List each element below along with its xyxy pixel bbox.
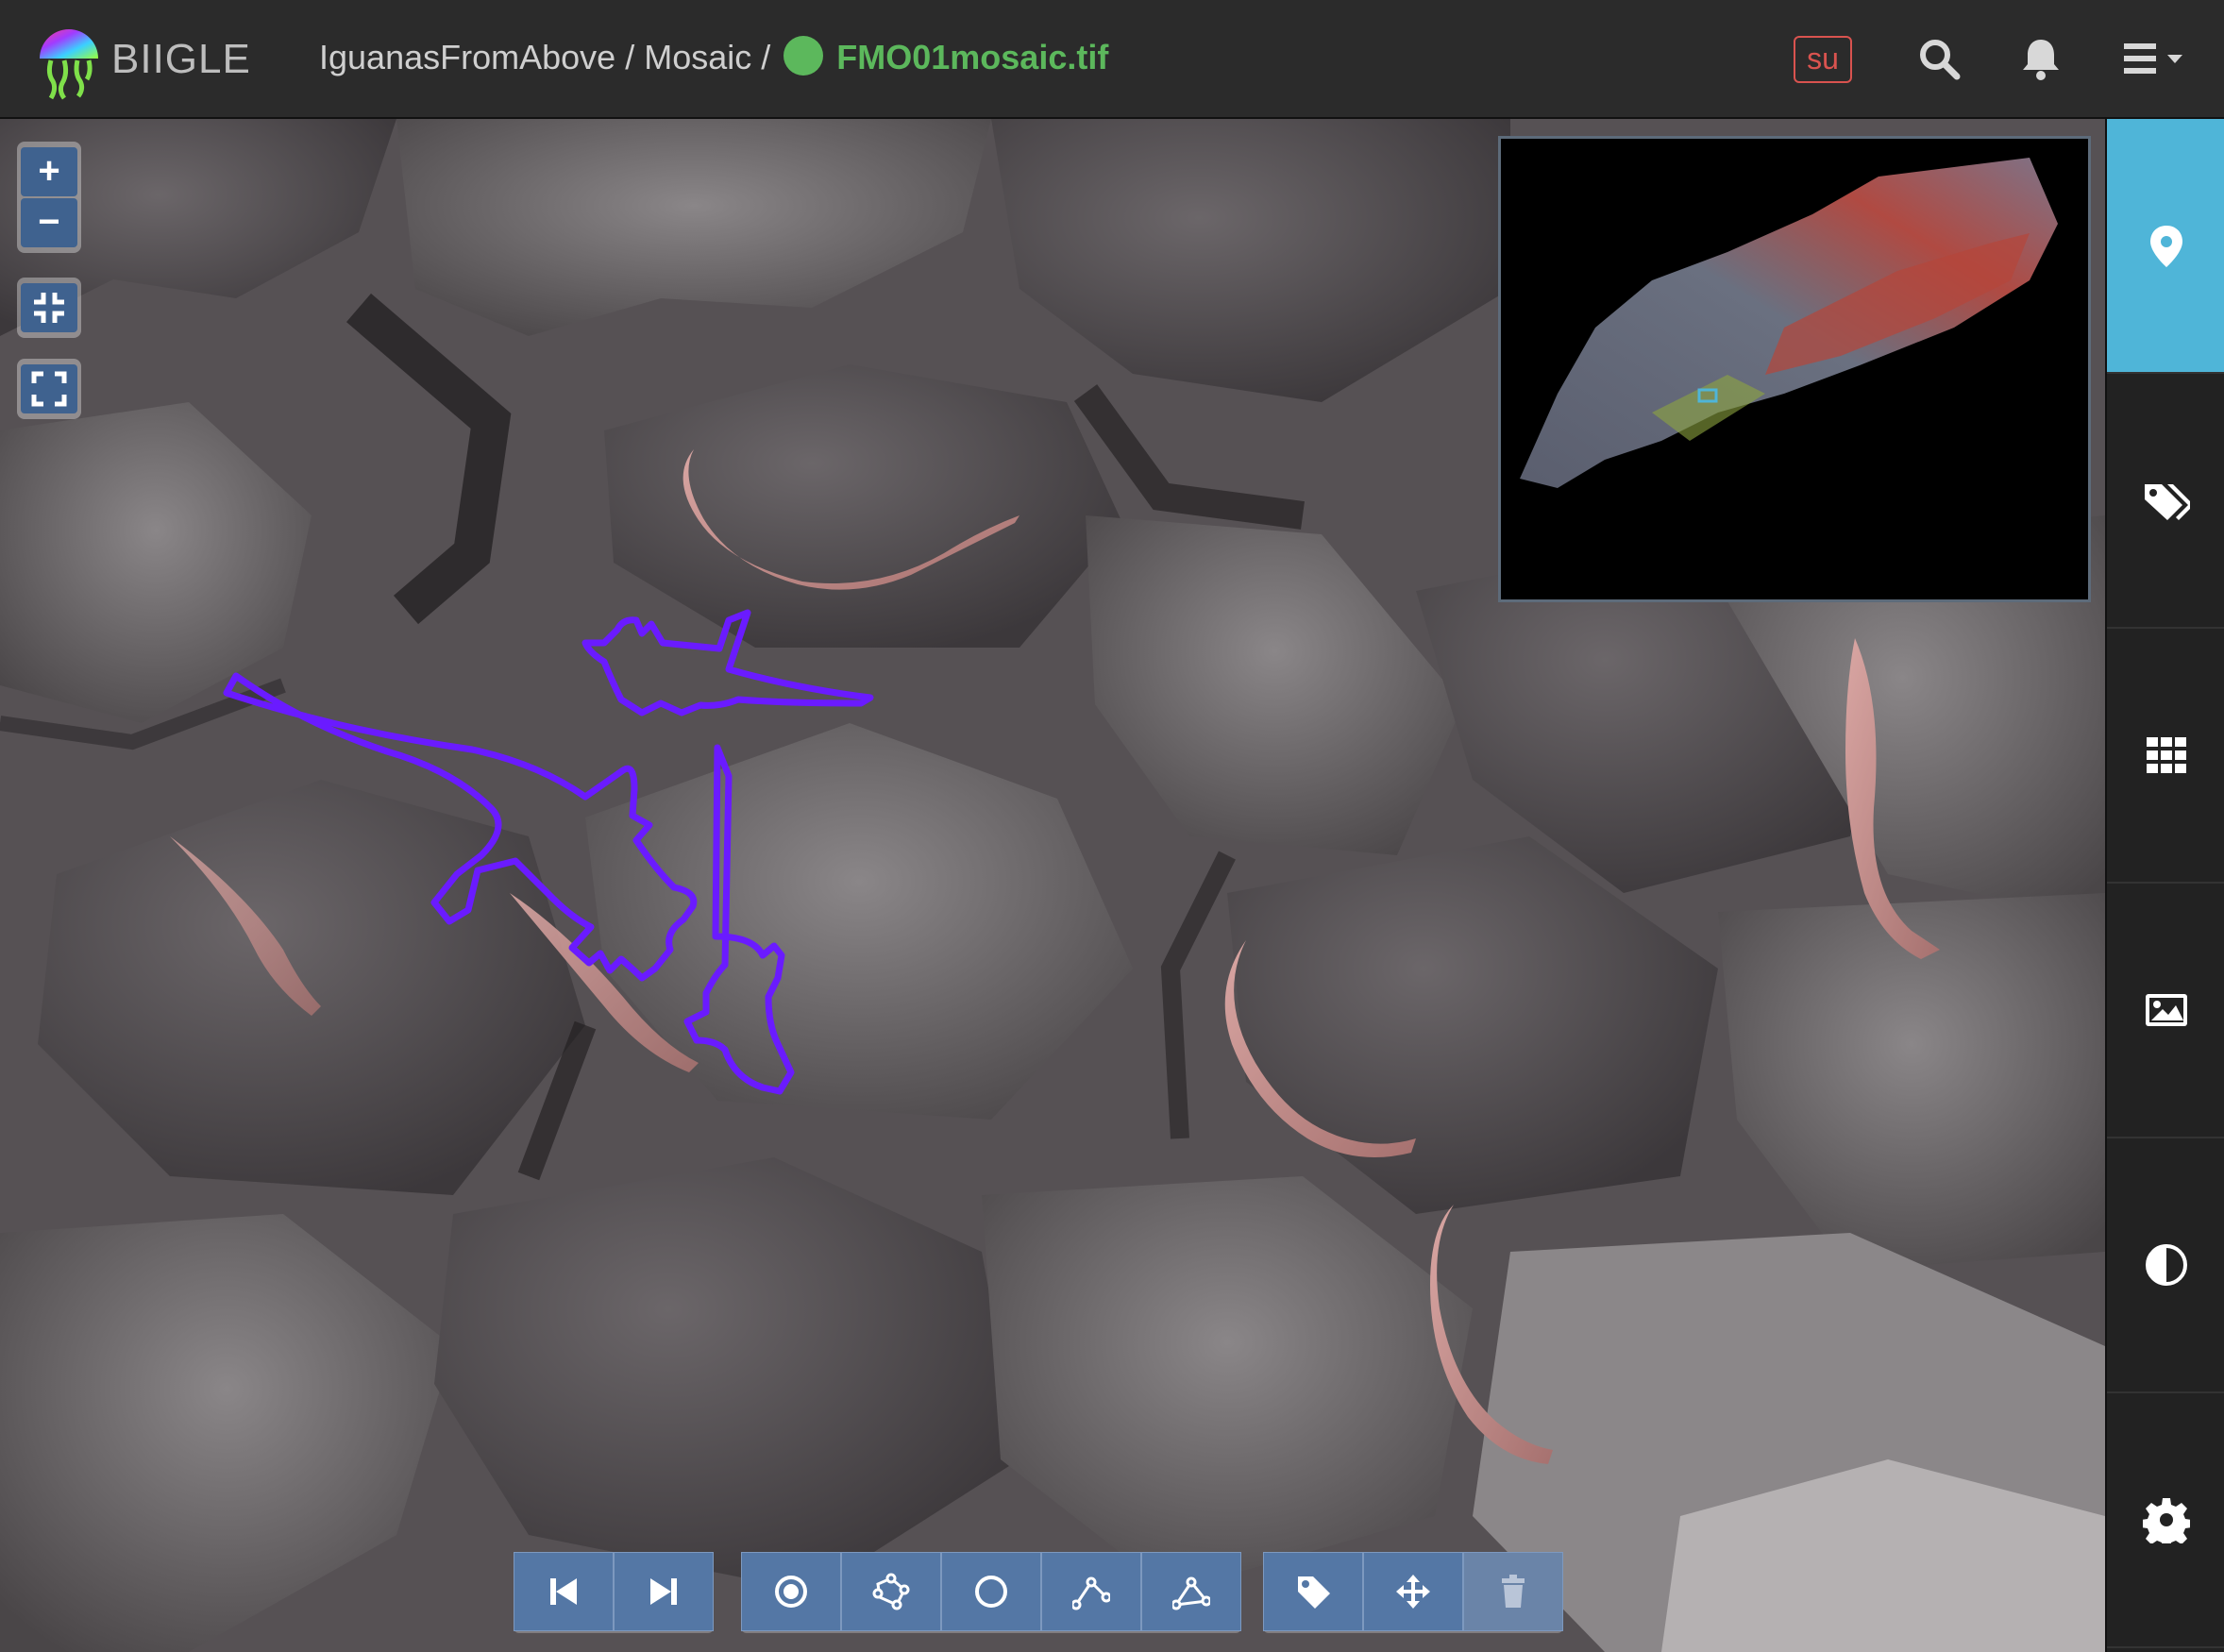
bell-icon[interactable] [2018,36,2064,81]
move-annotation-button[interactable] [1363,1552,1463,1631]
right-sidebar [2105,119,2224,1652]
biigle-logo-icon[interactable] [36,23,102,102]
expand-icon [31,371,67,407]
tags-icon [2145,484,2190,520]
menu-icon[interactable] [2120,36,2190,81]
draw-polygon-button[interactable] [1141,1552,1241,1631]
minimap[interactable] [1498,136,2091,602]
zoom-to-extent-control [17,278,81,338]
sidebar-tab-image[interactable] [2107,884,2224,1138]
breadcrumb: IguanasFromAbove / Mosaic / FMO01mosaic.tif [319,36,1109,79]
sidebar-tab-labels[interactable] [2107,374,2224,629]
fullscreen-control [17,359,81,419]
contrast-icon [2146,1244,2187,1286]
zoom-controls: + − [17,142,81,253]
breadcrumb-file: FMO01mosaic.tif [836,38,1109,76]
map-marker-icon [2150,226,2182,267]
image-icon [2146,994,2187,1026]
sidebar-tab-settings[interactable] [2107,1393,2224,1648]
shrink-icon [34,293,64,323]
polygon-icon [1172,1576,1210,1610]
tag-icon [1298,1576,1330,1609]
step-forward-icon [650,1578,677,1605]
draw-linestring-button[interactable] [1041,1552,1141,1631]
breadcrumb-project[interactable]: IguanasFromAbove [319,38,615,76]
search-icon[interactable] [1916,36,1962,81]
zoom-out-button[interactable]: − [21,198,77,247]
grid-icon [2147,737,2186,773]
circle-icon [975,1576,1007,1608]
draw-point-button[interactable] [741,1552,841,1631]
sidebar-tab-color-adjustment[interactable] [2107,1138,2224,1393]
gear-icon [2143,1498,2190,1543]
linestring-icon [1072,1576,1110,1610]
drawing-toolbar [741,1552,1241,1633]
image-navigation-toolbar [514,1552,714,1633]
file-status-dot [783,36,824,76]
step-backward-icon [550,1578,577,1605]
previous-image-button[interactable] [514,1552,614,1631]
zoom-in-button[interactable]: + [21,147,77,196]
draw-rectangle-button[interactable] [841,1552,941,1631]
edit-toolbar [1263,1552,1563,1633]
sidebar-tab-annotations[interactable] [2107,119,2224,374]
sidebar-tab-overview[interactable] [2107,629,2224,884]
fullscreen-button[interactable] [21,364,77,413]
draw-circle-button[interactable] [941,1552,1041,1631]
point-icon [775,1576,807,1608]
move-icon [1396,1575,1430,1609]
minimap-overview [1520,158,2058,488]
breadcrumb-separator: / [761,38,771,76]
trash-icon [1502,1575,1525,1608]
breadcrumb-volume[interactable]: Mosaic [644,38,751,76]
rectangle-icon [872,1573,910,1610]
brand-name[interactable]: BIIGLE [111,36,251,83]
zoom-to-extent-button[interactable] [21,283,77,332]
breadcrumb-separator: / [625,38,635,76]
superuser-badge[interactable]: su [1794,36,1852,83]
top-navbar: BIIGLE IguanasFromAbove / Mosaic / FMO01mosa… [0,0,2224,119]
next-image-button[interactable] [614,1552,714,1631]
attach-label-button[interactable] [1263,1552,1363,1631]
delete-annotation-button[interactable] [1463,1552,1563,1631]
